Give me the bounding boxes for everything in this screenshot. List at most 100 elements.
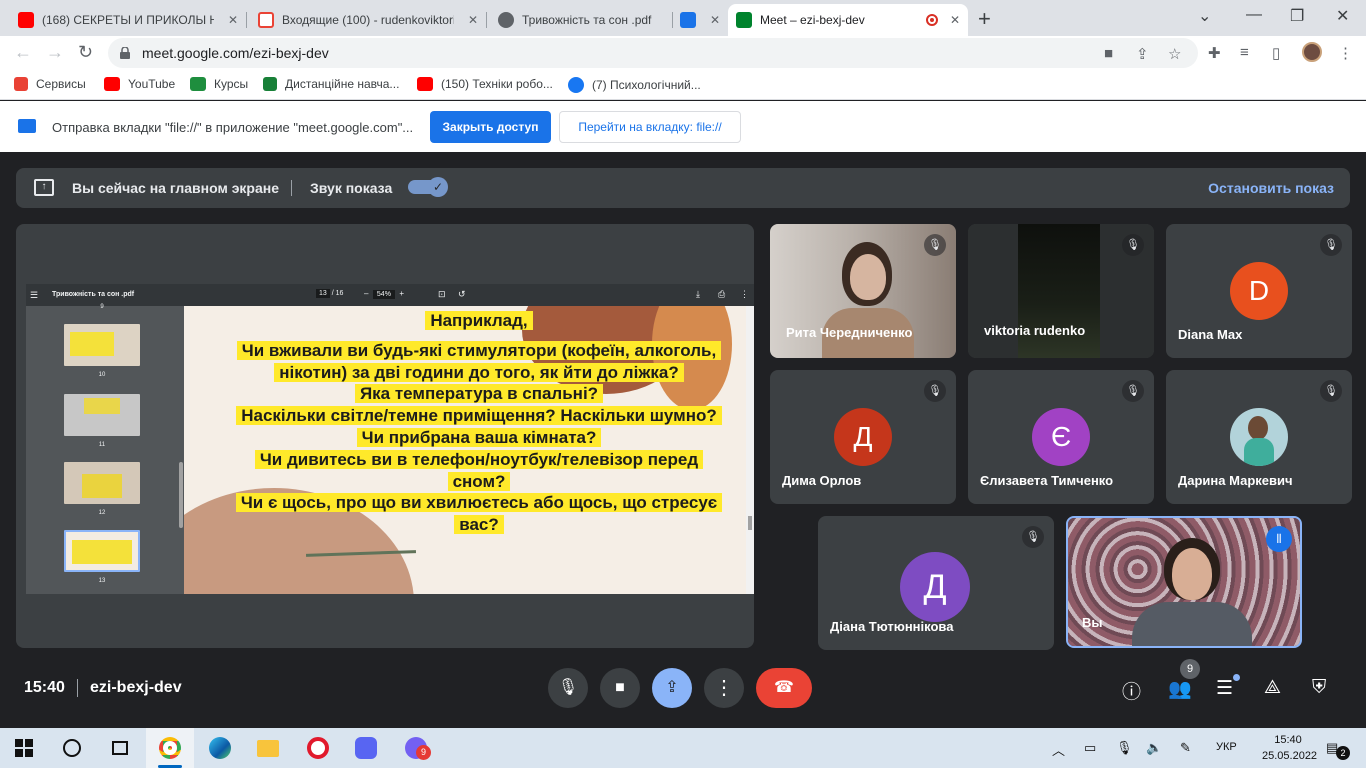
profile-avatar[interactable]	[1302, 42, 1322, 62]
minimize-button[interactable]: —	[1246, 6, 1262, 24]
avatar: Д	[900, 552, 970, 622]
close-icon[interactable]: ✕	[228, 13, 238, 27]
bookmark-techniques[interactable]: (150) Техніки робо...	[417, 77, 553, 91]
youtube-icon	[18, 12, 34, 28]
share-icon[interactable]: ⇪	[1136, 45, 1149, 63]
discord-icon[interactable]	[342, 728, 390, 768]
task-view-icon[interactable]	[96, 728, 144, 768]
chat-notification-dot	[1233, 674, 1240, 681]
windows-start-icon[interactable]	[0, 728, 48, 768]
participant-tile[interactable]: Є 🎙 Єлизавета Тимченко	[968, 370, 1154, 504]
extensions-icon[interactable]: ✚	[1208, 44, 1221, 62]
battery-icon[interactable]: ▭	[1084, 740, 1096, 756]
search-icon[interactable]	[48, 728, 96, 768]
stop-sharing-button[interactable]: Закрыть доступ	[430, 111, 551, 143]
fit-page-icon[interactable]: ⊡	[438, 289, 446, 300]
participant-tile[interactable]: Д 🎙 Дима Орлов	[770, 370, 956, 504]
slide-line: Чи дивитесь ви в телефон/ноутбук/телевіз…	[254, 449, 704, 469]
tab-screen[interactable]: ✕	[672, 4, 729, 36]
scrollbar-thumb[interactable]	[748, 516, 752, 530]
tab-gmail[interactable]: Входящие (100) - rudenkoviktoria ✕	[250, 4, 487, 36]
close-window-button[interactable]: ✕	[1336, 6, 1349, 26]
tab-title: (168) СЕКРЕТЫ И ПРИКОЛЫ НОВ	[42, 13, 214, 27]
hamburger-menu-icon[interactable]: ☰	[30, 290, 38, 301]
divider	[77, 679, 78, 697]
participant-tile[interactable]: 🎙 Рита Чередниченко	[770, 224, 956, 358]
restore-button[interactable]: ❐	[1290, 6, 1304, 26]
pdf-toolbar: ☰ Тривожність та сон .pdf 13 / 16 – 54% …	[26, 284, 754, 306]
page-scrollbar[interactable]	[746, 306, 754, 594]
camera-button[interactable]: ■	[600, 668, 640, 708]
bookmark-star-icon[interactable]: ☆	[1168, 45, 1181, 63]
page-current[interactable]: 13	[316, 289, 330, 298]
side-panel-icon[interactable]: ▯	[1272, 44, 1280, 62]
forward-button[interactable]: →	[46, 42, 64, 63]
mic-off-icon: 🎙	[1320, 380, 1342, 402]
thumbnail[interactable]	[64, 324, 140, 366]
participant-tile[interactable]: D 🎙 Diana Max	[1166, 224, 1352, 358]
camera-icon[interactable]: ■	[1104, 45, 1113, 62]
menu-kebab-icon[interactable]: ⋮	[1338, 44, 1353, 62]
close-icon[interactable]: ✕	[710, 13, 720, 27]
recording-icon	[926, 14, 938, 26]
more-options-button[interactable]: ⋮	[704, 668, 744, 708]
chat-icon[interactable]: ☰	[1216, 677, 1233, 700]
thumbnail[interactable]	[64, 462, 140, 504]
bookmark-services[interactable]: Сервисы	[14, 77, 86, 91]
file-explorer-icon[interactable]	[244, 728, 292, 768]
close-icon[interactable]: ✕	[468, 13, 478, 27]
participant-name: Дарина Маркевич	[1178, 473, 1293, 488]
participant-tile[interactable]: 🎙 Дарина Маркевич	[1166, 370, 1352, 504]
microphone-tray-icon[interactable]: 🎙	[1116, 740, 1133, 756]
bookmark-courses[interactable]: Курсы	[190, 77, 248, 91]
rotate-icon[interactable]: ↺	[458, 289, 466, 300]
self-tile[interactable]: ⦀ Вы	[1066, 516, 1302, 648]
thumbnail[interactable]	[64, 394, 140, 436]
tab-youtube[interactable]: (168) СЕКРЕТЫ И ПРИКОЛЫ НОВ ✕	[10, 4, 247, 36]
switch-to-tab-button[interactable]: Перейти на вкладку: file://	[559, 111, 741, 143]
notification-count-badge: 2	[1336, 746, 1350, 760]
more-icon[interactable]: ⋮	[740, 289, 749, 300]
leave-call-button[interactable]: ☎	[756, 668, 812, 708]
mic-off-icon: 🎙	[924, 380, 946, 402]
lock-icon[interactable]	[120, 46, 130, 59]
presentation-audio-toggle[interactable]: ✓	[408, 177, 448, 197]
participant-tile[interactable]: 🎙 viktoria rudenko	[968, 224, 1154, 358]
close-icon[interactable]: ✕	[950, 13, 960, 27]
participant-tile[interactable]: Д 🎙 Діана Тютюннікова	[818, 516, 1054, 650]
thumbnail-active[interactable]	[64, 530, 140, 572]
stop-presenting-button[interactable]: Остановить показ	[1208, 180, 1334, 196]
tab-title: Входящие (100) - rudenkoviktoria	[282, 13, 454, 27]
chrome-icon[interactable]	[146, 728, 194, 768]
volume-icon[interactable]: 🔈	[1146, 740, 1162, 756]
tab-pdf[interactable]: Тривожність та сон .pdf	[490, 4, 673, 36]
download-icon[interactable]: ⤓	[696, 289, 700, 300]
present-now-button[interactable]: ⇪	[652, 668, 692, 708]
clock[interactable]: 15:40 25.05.2022	[1262, 732, 1317, 764]
bookmark-youtube[interactable]: YouTube	[104, 77, 175, 91]
microphone-button[interactable]: 🎙	[548, 668, 588, 708]
host-controls-icon[interactable]: ⛨	[1312, 677, 1326, 699]
new-tab-button[interactable]: +	[978, 6, 991, 32]
back-button[interactable]: ←	[14, 42, 32, 63]
opera-icon[interactable]	[294, 728, 342, 768]
media-control-icon[interactable]: ≡	[1240, 44, 1249, 61]
print-icon[interactable]: ⎙	[718, 289, 725, 300]
tab-search-icon[interactable]: ⌄	[1198, 6, 1211, 26]
scrollbar-thumb[interactable]	[179, 462, 183, 528]
tab-meet[interactable]: Meet – ezi-bexj-dev ✕	[728, 4, 968, 36]
address-bar[interactable]: meet.google.com/ezi-bexj-dev ■ ⇪ ☆	[108, 38, 1198, 68]
activities-icon[interactable]: ⟁	[1264, 677, 1281, 699]
bookmark-psych[interactable]: (7) Психологічний...	[568, 77, 701, 93]
thumb-label: 11	[98, 442, 106, 448]
people-icon[interactable]: 👥	[1168, 677, 1192, 701]
language-indicator[interactable]: УКР	[1216, 741, 1237, 753]
edge-icon[interactable]	[196, 728, 244, 768]
bookmark-distance[interactable]: Дистанційне навча...	[263, 77, 399, 91]
meeting-details-icon[interactable]: ⓘ	[1122, 677, 1141, 704]
chevron-up-icon[interactable]: ︿	[1052, 740, 1065, 759]
reload-button[interactable]: ↻	[78, 42, 93, 63]
pen-icon[interactable]: ✎	[1180, 740, 1191, 756]
screen-icon	[680, 12, 696, 28]
zoom-level[interactable]: 54%	[372, 290, 395, 299]
